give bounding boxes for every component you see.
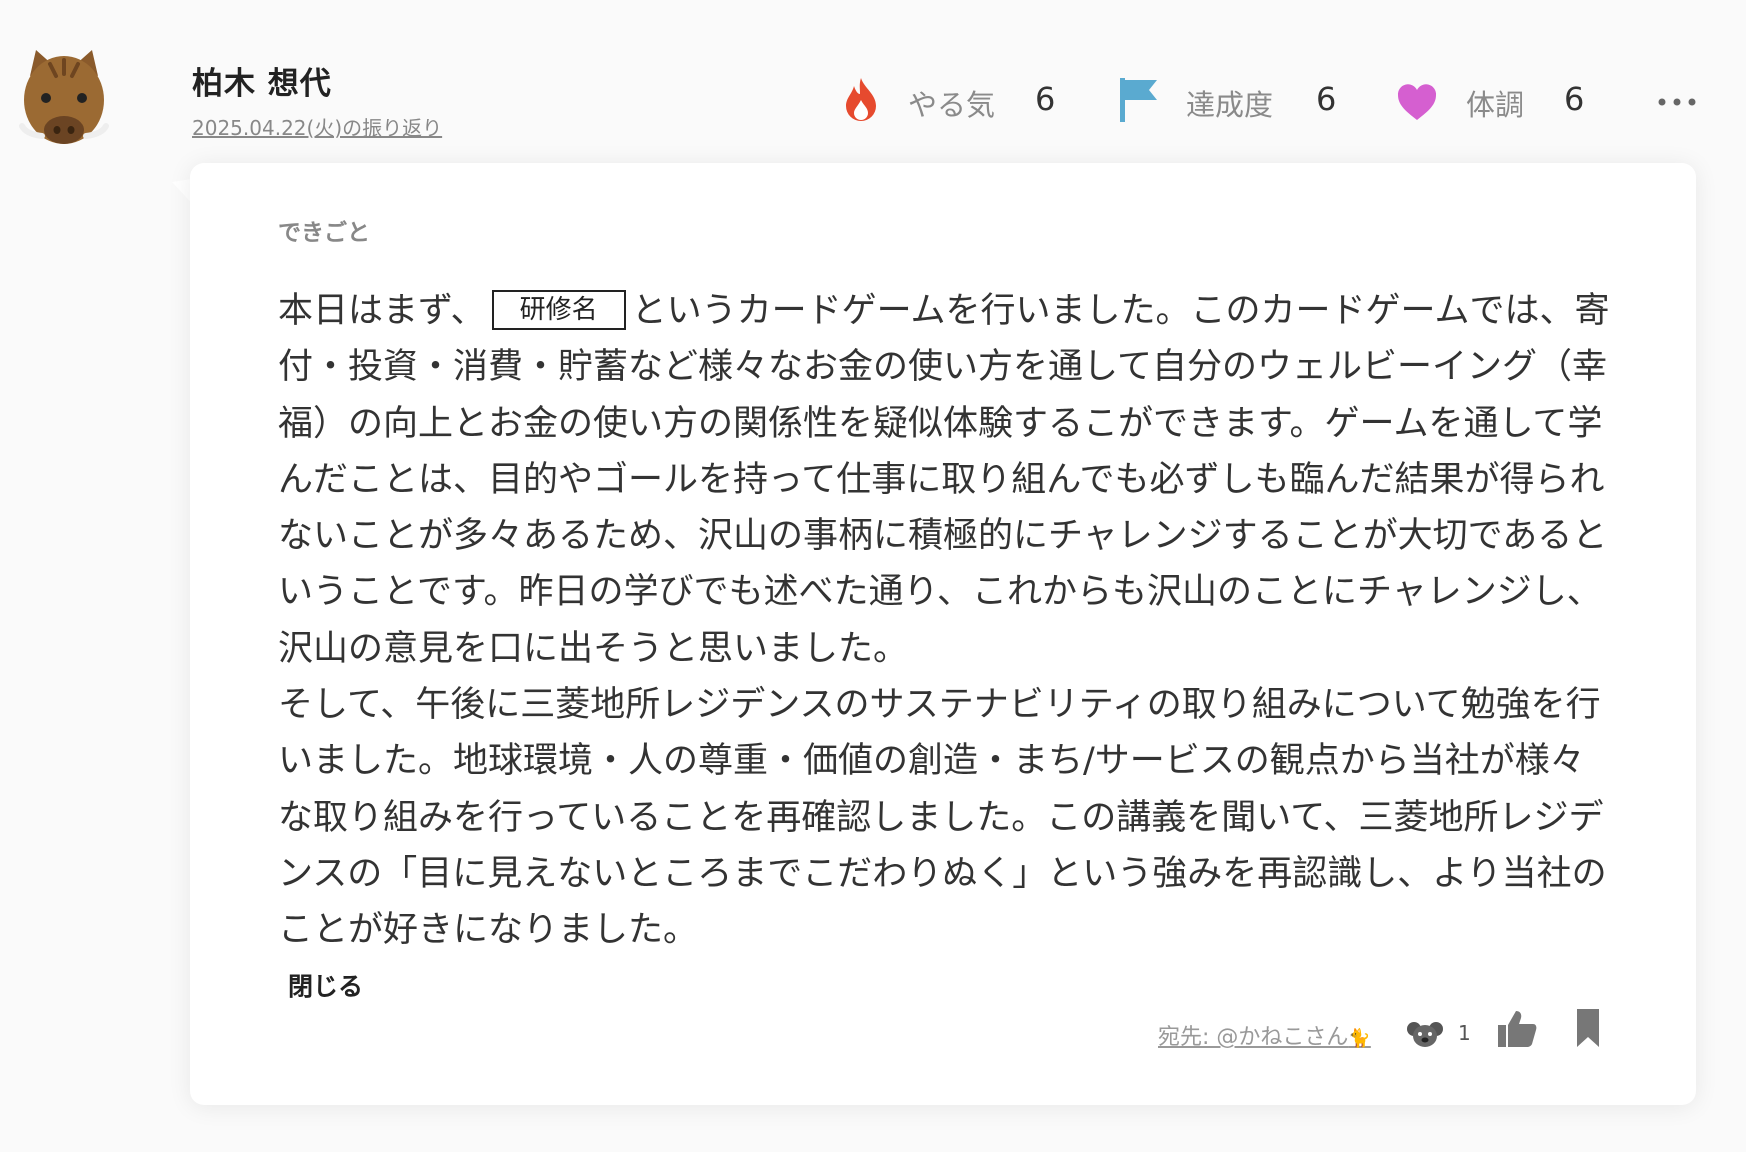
paragraph-1: 本日はまず、 研修名 というカードゲームを行いました。このカードゲームでは、寄付・投… [278,283,1613,677]
heart-icon [1397,84,1437,120]
stat-label-achievement: 達成度 [1186,88,1274,122]
thumbs-up-icon[interactable] [1496,1009,1538,1049]
text-after-box: というカードゲームを行いました。このカードゲームでは、寄付・投資・消費・貯蓄など… [278,291,1610,669]
koala-reaction-icon[interactable] [1407,1019,1443,1049]
recipient-text: 宛先: @かねこさん [1158,1025,1349,1050]
more-options-icon[interactable] [1656,92,1698,112]
card-footer: 宛先: @かねこさん🐈 1 [190,1001,1696,1057]
stat-label-condition: 体調 [1466,88,1525,122]
reflection-card: できごと 本日はまず、 研修名 というカードゲームを行いました。このカードゲームでは… [190,163,1696,1105]
paragraph-2: そして、午後に三菱地所レジデンスのサステナビリティの取り組みについて勉強を行いま… [278,685,1607,951]
text-before-box: 本日はまず、 [278,291,486,331]
fire-icon [846,78,876,121]
stat-value-achievement: 6 [1316,80,1337,118]
cat-icon: 🐈 [1348,1028,1371,1049]
reflection-body: 本日はまず、 研修名 というカードゲームを行いました。このカードゲームでは、寄付・投… [278,283,1613,959]
training-name-box: 研修名 [491,290,626,330]
stats-row: やる気 6 達成度 6 体調 6 [0,76,1746,126]
stat-value-motivation: 6 [1035,80,1056,118]
recipient-link[interactable]: 宛先: @かねこさん🐈 [1158,1019,1371,1051]
reaction-count: 1 [1458,1021,1471,1045]
flag-icon [1120,78,1157,122]
stat-label-motivation: やる気 [908,88,996,122]
page: 柏木 想代 2025.04.22(火)の振り返り やる気 6 達成度 6 体調 … [0,0,1746,1152]
bookmark-icon[interactable] [1575,1007,1601,1049]
section-label: できごと [278,220,370,246]
stat-value-condition: 6 [1564,80,1585,118]
close-button[interactable]: 閉じる [288,967,363,1003]
